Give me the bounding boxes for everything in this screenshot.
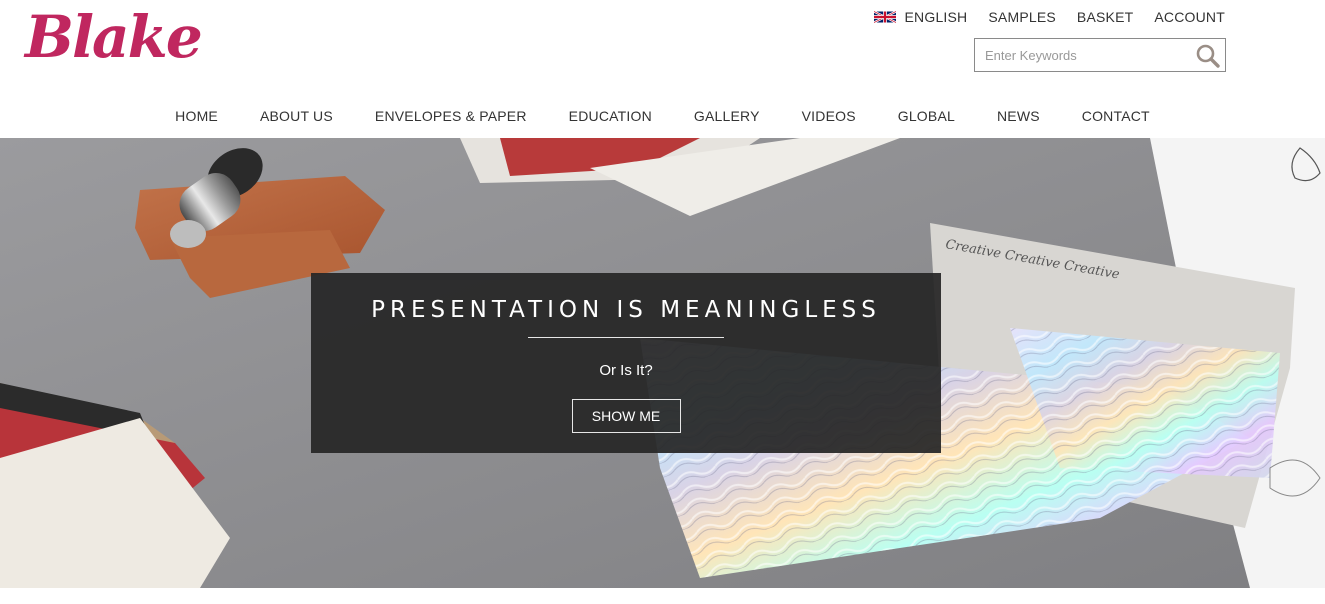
nav-education[interactable]: EDUCATION [548,108,673,124]
main-nav: HOME ABOUT US ENVELOPES & PAPER EDUCATIO… [0,108,1325,124]
hero-subtitle: Or Is It? [599,362,653,379]
nav-global[interactable]: GLOBAL [877,108,976,124]
search-input[interactable] [975,39,1185,71]
brand-logo[interactable]: Blake [25,8,203,66]
basket-link[interactable]: BASKET [1077,9,1133,25]
nav-envelopes-paper[interactable]: ENVELOPES & PAPER [354,108,548,124]
hero-title: PRESENTATION IS MEANINGLESS [371,297,881,323]
hero-banner[interactable]: Creative Creative Creative PRESENTATION … [0,138,1325,588]
hero-caption: PRESENTATION IS MEANINGLESS Or Is It? SH… [311,273,941,453]
uk-flag-icon [873,11,896,23]
samples-link[interactable]: SAMPLES [988,9,1056,25]
language-label: ENGLISH [904,9,968,25]
nav-home[interactable]: HOME [154,108,239,124]
nav-gallery[interactable]: GALLERY [673,108,781,124]
nav-about-us[interactable]: ABOUT US [239,108,354,124]
search-box [974,38,1226,72]
nav-videos[interactable]: VIDEOS [781,108,877,124]
account-link[interactable]: ACCOUNT [1154,9,1225,25]
nav-contact[interactable]: CONTACT [1061,108,1171,124]
search-icon[interactable] [1195,43,1221,69]
language-selector[interactable]: ENGLISH [873,9,968,25]
nav-news[interactable]: NEWS [976,108,1061,124]
show-me-button[interactable]: SHOW ME [571,399,681,433]
hero-divider [528,337,724,338]
page-bottom [0,588,1325,604]
top-links: ENGLISH SAMPLES BASKET ACCOUNT [873,9,1226,25]
